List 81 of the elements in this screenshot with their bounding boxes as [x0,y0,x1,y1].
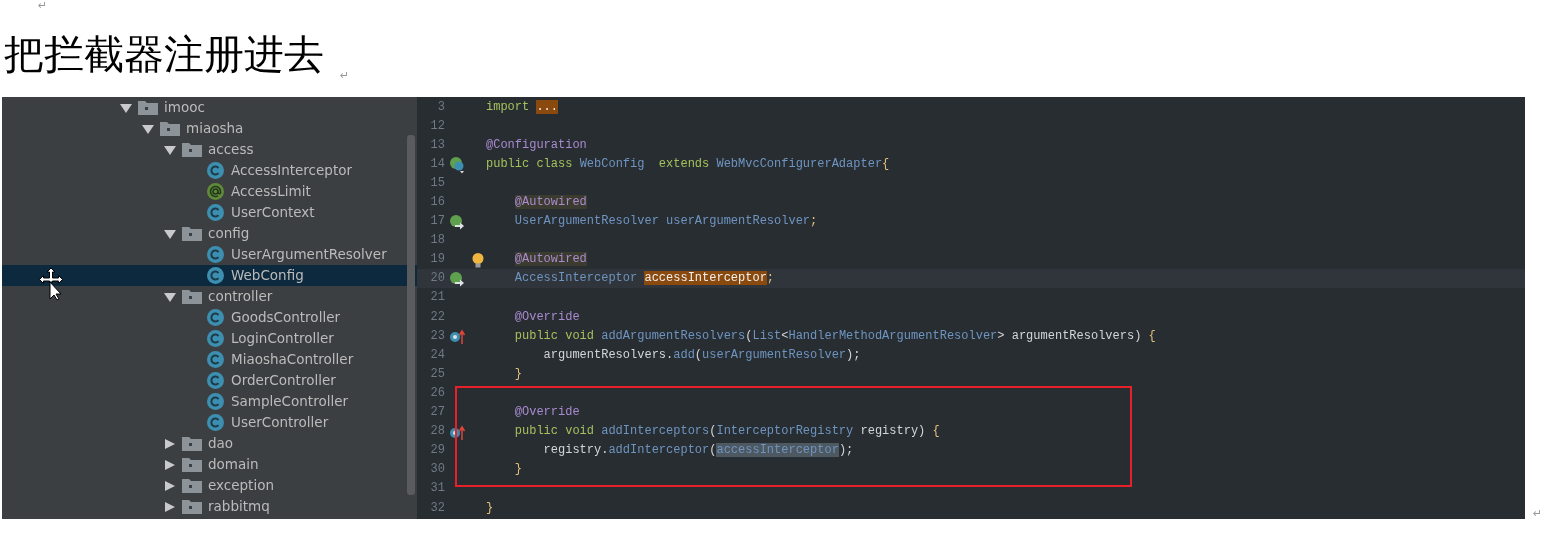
folder-icon [182,436,202,451]
paragraph-mark: ↵ [38,0,48,12]
line-number: 12 [429,117,445,135]
class-icon [207,267,224,284]
tree-item[interactable]: imooc [2,97,417,118]
tree-item[interactable]: UserArgumentResolver [2,244,417,265]
line-number: 28 [429,423,445,441]
tree-item[interactable]: rabbitmq [2,496,417,517]
line-number: 16 [429,194,445,211]
line-number: 20 [429,270,445,288]
line-number: 19 [429,251,445,269]
line-number: 23 [429,327,445,345]
tree-item[interactable]: OrderController [2,370,417,391]
line-number: 30 [429,461,445,479]
line-number: 22 [429,308,445,326]
line-number: 18 [429,232,445,250]
tree-item[interactable]: AccessInterceptor [2,160,417,181]
line-number: 31 [429,480,445,498]
line-number: 26 [429,384,445,402]
class-icon [207,330,224,347]
code-line: public void addInterceptors(InterceptorRegistry registry) { [513,423,940,441]
line-number: 25 [429,365,445,383]
line-number: 21 [429,289,445,307]
paragraph-mark: ↵ [1533,508,1543,519]
code-line: public void addArgumentResolvers(List<HandlerMethodArgumentResolver> argumentResolvers) { [513,327,1156,345]
tree-item[interactable]: LoginController [2,328,417,349]
line-number: 17 [429,213,445,231]
folder-icon [138,100,158,115]
folder-icon [182,499,202,514]
class-icon [207,393,224,410]
line-number: 24 [429,346,445,364]
tree-item[interactable]: AccessLimit [2,181,417,202]
class-icon [207,414,224,431]
tree-item[interactable]: access [2,139,417,160]
code-line: @Configuration [486,136,587,154]
tree-item[interactable]: SampleController [2,391,417,412]
code-line: UserArgumentResolver userArgumentResolver; [513,213,818,231]
tree-item[interactable]: UserController [2,412,417,433]
paragraph-mark: ↵ [340,70,350,81]
tree-item[interactable]: WebConfig [2,265,417,286]
code-line: } [513,461,522,479]
code-line: @Override [513,404,580,422]
class-icon [207,372,224,389]
folder-icon [182,478,202,493]
tree-item[interactable]: dao [2,433,417,454]
tree-item[interactable]: miaosha [2,118,417,139]
code-line: import ... [486,98,559,116]
line-number: 27 [429,404,445,422]
tree-item[interactable]: GoodsController [2,307,417,328]
line-number: 3 [436,98,445,116]
folder-icon [182,142,202,157]
code-line: argumentResolvers.add(userArgumentResolver); [542,346,861,364]
class-icon [207,351,224,368]
tree-item[interactable]: UserContext [2,202,417,223]
code-line: public class WebConfig extends WebMvcConfigurerAdapter{ [486,155,890,173]
line-number: 32 [429,499,445,517]
code-line: AccessInterceptor accessInterceptor; [513,270,775,288]
tree-item[interactable]: MiaoshaController [2,349,417,370]
line-number: 13 [429,136,445,154]
tree-item[interactable]: controller [2,286,417,307]
code-line: @Override [513,308,580,326]
class-icon [207,246,224,263]
class-icon [207,204,224,221]
at-sign-icon [207,183,224,200]
class-icon [207,162,224,179]
tree-item[interactable]: domain [2,454,417,475]
folder-icon [182,289,202,304]
folder-icon [182,457,202,472]
folder-icon [160,121,180,136]
tree-item[interactable]: exception [2,475,417,496]
line-number: 29 [429,442,445,460]
code-line: registry.addInterceptor(accessInterceptor); [542,442,854,460]
folder-icon [182,226,202,241]
line-number: 14 [429,155,445,173]
class-icon [207,309,224,326]
code-line: } [486,499,494,517]
mouse-cursor-icon [37,267,65,301]
tree-item[interactable]: config [2,223,417,244]
document-heading: 把拦截器注册进去 [4,32,324,77]
line-number: 15 [429,174,445,192]
code-line: } [513,365,522,383]
